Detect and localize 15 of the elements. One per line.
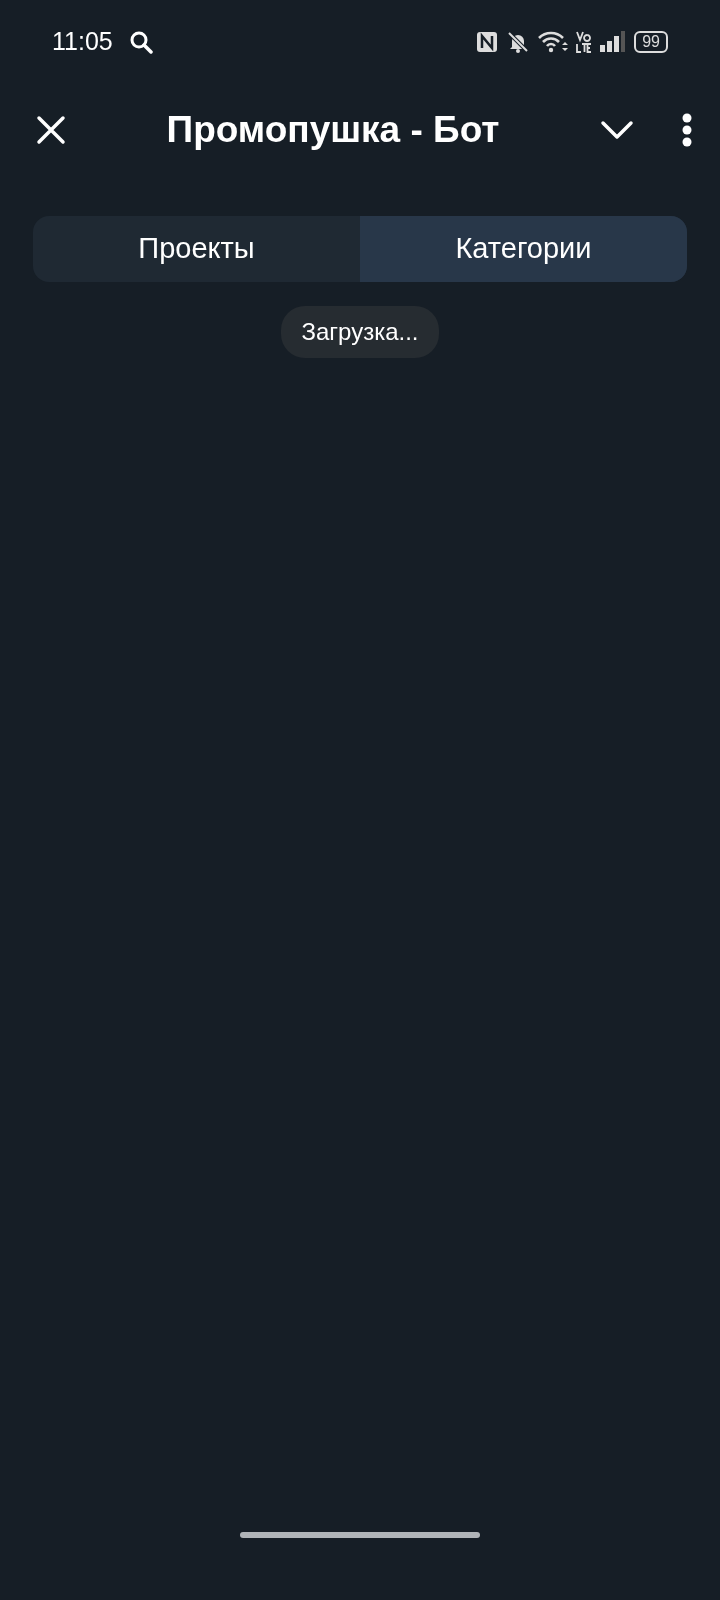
chevron-down-icon[interactable] [600, 120, 634, 140]
chat-title: Промопушка - Бот [166, 109, 500, 151]
tab[interactable]: Категории [360, 216, 687, 282]
tab[interactable]: Проекты [33, 216, 360, 282]
signal-icon [600, 31, 627, 53]
more-options-icon[interactable] [682, 113, 692, 147]
loading-status: Загрузка... [281, 306, 439, 358]
volte-icon [576, 30, 593, 54]
battery-indicator: 99 [634, 31, 668, 53]
wifi-icon [538, 30, 569, 54]
clock: 11:05 [52, 26, 113, 58]
muted-bell-icon [506, 30, 531, 54]
search-icon [128, 30, 153, 54]
nfc-icon [476, 31, 499, 53]
close-icon[interactable] [36, 115, 66, 145]
